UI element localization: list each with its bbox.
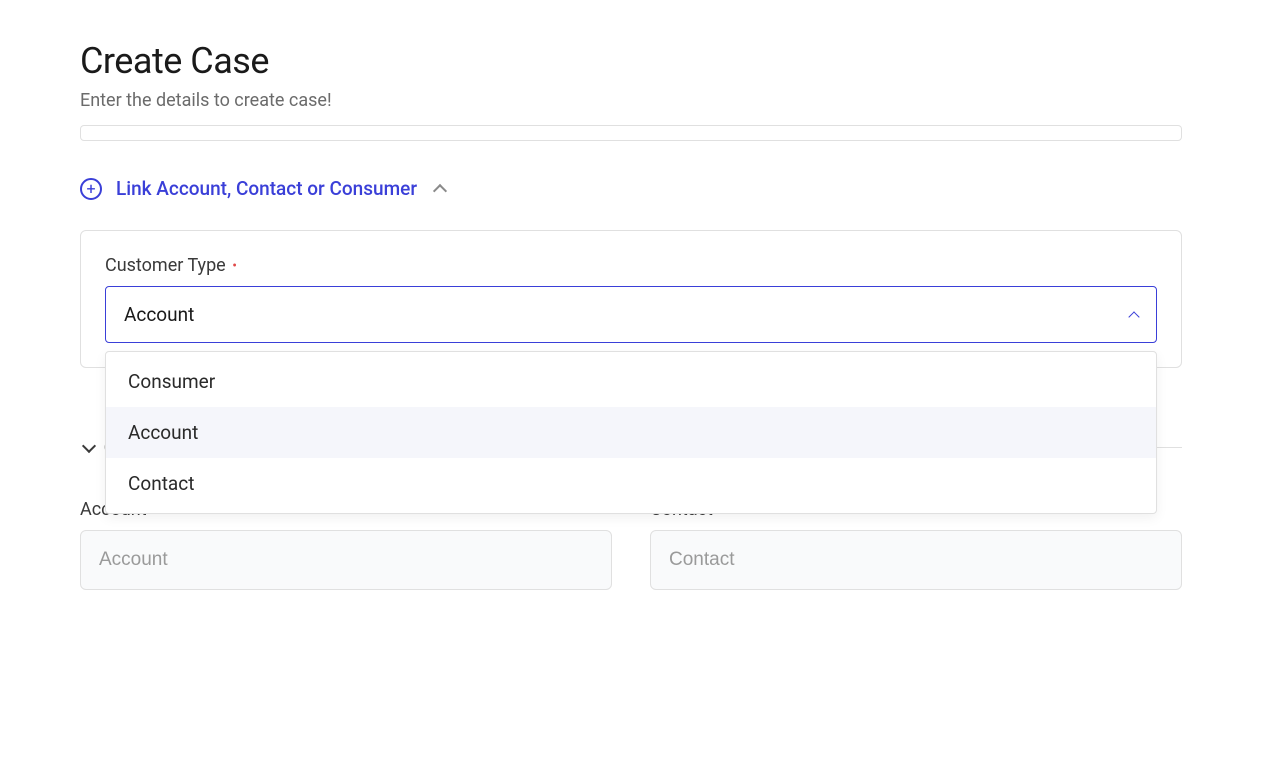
page-subtitle: Enter the details to create case! — [80, 90, 1182, 111]
page-title: Create Case — [80, 40, 1182, 82]
dropdown-option-account[interactable]: Account — [106, 407, 1156, 458]
collapsed-panel — [80, 125, 1182, 141]
required-dot-icon: • — [232, 258, 237, 274]
contact-input[interactable] — [650, 530, 1182, 590]
customer-type-select[interactable]: Account — [105, 286, 1157, 343]
dropdown-option-contact[interactable]: Contact — [106, 458, 1156, 509]
customer-type-label: Customer Type • — [105, 255, 1157, 276]
customer-type-dropdown: Consumer Account Contact — [105, 351, 1157, 514]
link-account-label: Link Account, Contact or Consumer — [116, 177, 417, 200]
dropdown-option-consumer[interactable]: Consumer — [106, 356, 1156, 407]
chevron-up-icon — [433, 183, 447, 197]
customer-type-panel: Customer Type • Account Consumer Account… — [80, 230, 1182, 368]
chevron-up-icon — [1126, 303, 1138, 326]
customer-type-label-text: Customer Type — [105, 255, 226, 276]
plus-circle-icon: + — [80, 178, 102, 200]
chevron-down-icon — [82, 438, 96, 452]
customer-type-value: Account — [124, 303, 194, 326]
account-input[interactable] — [80, 530, 612, 590]
link-account-row[interactable]: + Link Account, Contact or Consumer — [80, 177, 1182, 200]
